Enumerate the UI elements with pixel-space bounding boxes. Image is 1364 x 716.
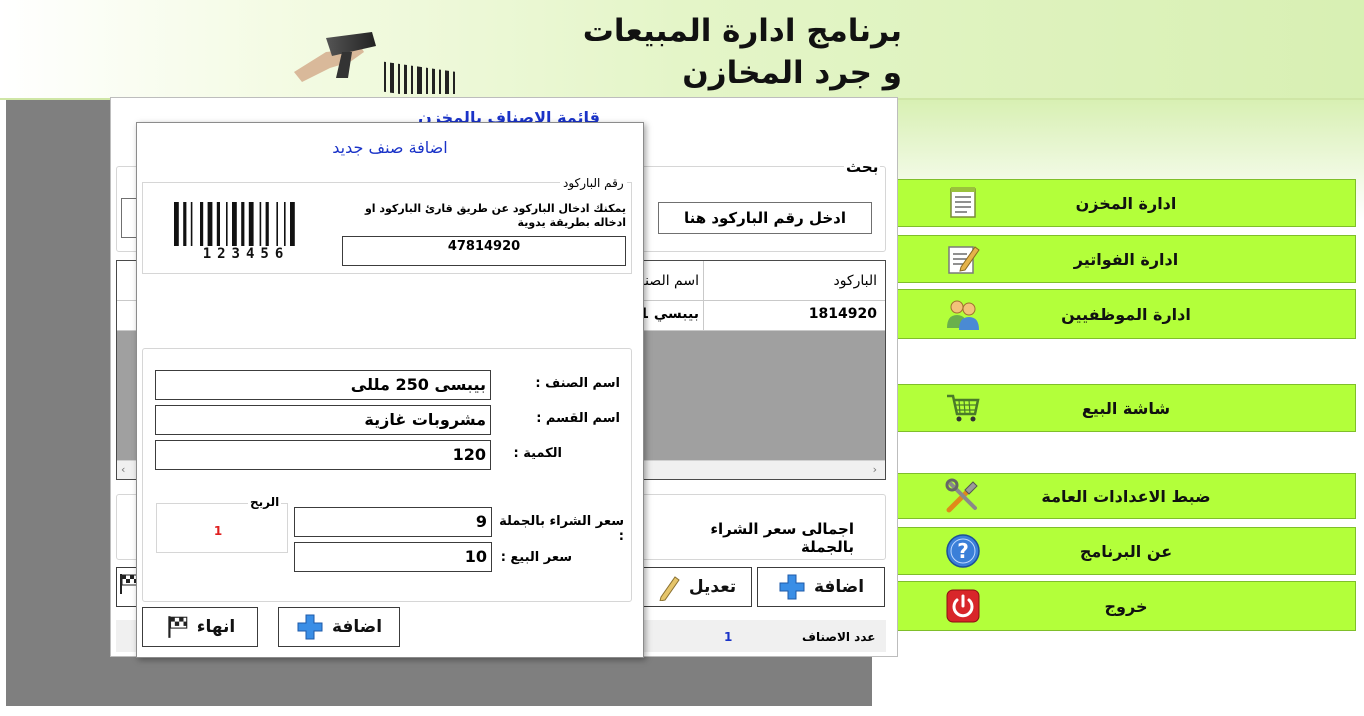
menu-item-exit[interactable]: خروج	[896, 581, 1356, 631]
pencil-icon	[659, 576, 680, 601]
menu-item-label: ادارة المخزن	[1075, 193, 1177, 213]
item-name-input[interactable]: بيبسى 250 مللى	[155, 370, 491, 400]
dialog-title: اضافة صنف جديد	[332, 138, 448, 157]
profit-value: 1	[213, 524, 223, 538]
plus-icon	[297, 614, 323, 640]
scroll-left-arrow-icon[interactable]: ‹	[121, 463, 125, 476]
sale-price-label: سعر البيع :	[500, 550, 572, 565]
app-title: برنامج ادارة المبيعات و جرد المخازن	[382, 10, 902, 94]
item-count-value: 1	[724, 630, 733, 644]
barcode-hint: يمكنك ادخال الباركود عن طريق قارئ البارك…	[364, 202, 626, 229]
menu-item-settings[interactable]: ضبط الاعدادات العامة	[896, 473, 1356, 519]
app-title-line1: برنامج ادارة المبيعات	[582, 13, 902, 49]
wholesale-price-label: سعر الشراء بالجملة :	[499, 514, 624, 544]
item-count-label: عدد الاصناف	[802, 630, 876, 644]
cell-barcode: 1814920	[808, 306, 877, 322]
sale-price-input[interactable]: 10	[294, 542, 492, 572]
list-add-button[interactable]: اضافة	[757, 567, 885, 607]
menu-item-employees[interactable]: ادارة الموظفيين	[896, 289, 1356, 339]
menu-item-label: ادارة الموظفيين	[1061, 304, 1191, 324]
app-title-line2: و جرد المخازن	[682, 55, 902, 91]
barcode-search-input[interactable]: ادخل رقم الباركود هنا	[658, 202, 872, 234]
barcode-input[interactable]: 47814920	[342, 236, 626, 266]
profit-legend: الربح	[248, 495, 282, 509]
menu-item-invoices[interactable]: ادارة الفواتير	[896, 235, 1356, 283]
barcode-image: 123456	[174, 202, 295, 260]
list-edit-button[interactable]: تعديل	[642, 567, 752, 607]
menu-item-label: ادارة الفواتير	[1073, 249, 1179, 269]
dialog-add-button[interactable]: اضافة	[278, 607, 400, 647]
add-label: اضافة	[331, 617, 383, 637]
column-header-barcode[interactable]: الباركود	[707, 273, 877, 289]
barcode-digits: 123456	[203, 246, 290, 260]
menu-item-about[interactable]: ? عن البرنامج	[896, 527, 1356, 575]
total-wholesale-label: اجمالى سعر الشراء بالجملة	[710, 520, 854, 556]
menu-item-warehouse[interactable]: ادارة المخزن	[896, 179, 1356, 227]
checkered-flag-icon	[168, 616, 188, 638]
wholesale-price-input[interactable]: 9	[294, 507, 492, 537]
quantity-label: الكمية :	[513, 446, 562, 461]
menu-item-label: ضبط الاعدادات العامة	[1041, 486, 1211, 506]
barcode-legend: رقم الباركود	[560, 176, 627, 190]
plus-icon	[779, 574, 805, 600]
menu-item-label: خروج	[1104, 596, 1148, 616]
finish-label: انهاء	[196, 617, 236, 637]
search-label: بحث	[844, 158, 881, 176]
quantity-input[interactable]: 120	[155, 440, 491, 470]
category-label: اسم القسم :	[536, 411, 620, 426]
item-name-label: اسم الصنف :	[535, 376, 620, 391]
menu-item-sales-screen[interactable]: شاشة البيع	[896, 384, 1356, 432]
dialog-finish-button[interactable]: انهاء	[142, 607, 258, 647]
edit-label: تعديل	[688, 577, 737, 597]
scroll-right-arrow-icon[interactable]: ›	[873, 463, 877, 476]
menu-item-label: عن البرنامج	[1079, 541, 1173, 561]
add-label: اضافة	[813, 577, 865, 597]
category-input[interactable]: مشروبات غازية	[155, 405, 491, 435]
menu-item-label: شاشة البيع	[1081, 398, 1171, 418]
